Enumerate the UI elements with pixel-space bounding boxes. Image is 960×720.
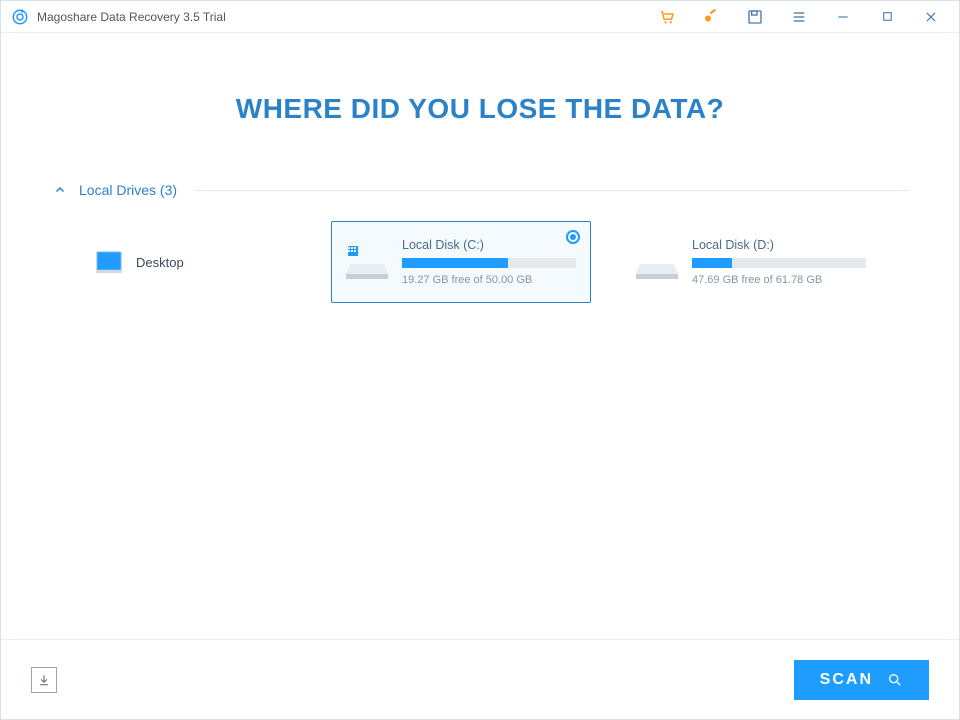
minimize-icon bbox=[836, 10, 850, 24]
import-button[interactable] bbox=[31, 667, 57, 693]
footer: SCAN bbox=[1, 639, 959, 719]
drive-local-d[interactable]: Local Disk (D:) 47.69 GB free of 61.78 G… bbox=[621, 221, 881, 303]
maximize-button[interactable] bbox=[865, 1, 909, 33]
app-logo-icon bbox=[11, 8, 29, 26]
desktop-icon bbox=[96, 251, 122, 273]
drive-free-text: 19.27 GB free of 50.00 GB bbox=[402, 274, 576, 286]
collapse-toggle[interactable] bbox=[51, 181, 69, 199]
activate-button[interactable] bbox=[689, 1, 733, 33]
usage-fill bbox=[692, 258, 732, 268]
divider bbox=[195, 190, 909, 191]
drive-label: Desktop bbox=[136, 255, 286, 270]
drive-label: Local Disk (C:) bbox=[402, 238, 576, 252]
section-title: Local Drives (3) bbox=[79, 182, 177, 198]
hamburger-icon bbox=[791, 9, 807, 25]
selection-radio bbox=[566, 230, 580, 244]
titlebar: Magoshare Data Recovery 3.5 Trial bbox=[1, 1, 959, 33]
key-icon bbox=[702, 8, 720, 26]
disk-tools-button[interactable] bbox=[733, 1, 777, 33]
usage-fill bbox=[402, 258, 508, 268]
local-drives-section-header: Local Drives (3) bbox=[51, 181, 909, 199]
download-icon bbox=[37, 673, 51, 687]
close-button[interactable] bbox=[909, 1, 953, 33]
chevron-up-icon bbox=[54, 184, 66, 196]
drive-local-c[interactable]: Local Disk (C:) 19.27 GB free of 50.00 G… bbox=[331, 221, 591, 303]
maximize-icon bbox=[881, 10, 894, 23]
page-headline: WHERE DID YOU LOSE THE DATA? bbox=[51, 93, 909, 125]
search-icon bbox=[887, 672, 903, 688]
usage-bar bbox=[692, 258, 866, 268]
system-drive-icon bbox=[346, 244, 388, 280]
app-window: Magoshare Data Recovery 3.5 Trial bbox=[0, 0, 960, 720]
cart-icon bbox=[658, 8, 676, 26]
usage-bar bbox=[402, 258, 576, 268]
close-icon bbox=[924, 10, 938, 24]
drive-label: Local Disk (D:) bbox=[692, 238, 866, 252]
drives-list: Desktop Local Disk (C:) bbox=[51, 221, 909, 303]
save-icon bbox=[747, 9, 763, 25]
drive-icon bbox=[636, 244, 678, 280]
scan-button[interactable]: SCAN bbox=[794, 660, 929, 700]
app-title: Magoshare Data Recovery 3.5 Trial bbox=[37, 10, 226, 24]
minimize-button[interactable] bbox=[821, 1, 865, 33]
drive-desktop[interactable]: Desktop bbox=[81, 221, 301, 303]
store-button[interactable] bbox=[645, 1, 689, 33]
scan-label: SCAN bbox=[820, 671, 873, 689]
menu-button[interactable] bbox=[777, 1, 821, 33]
drive-free-text: 47.69 GB free of 61.78 GB bbox=[692, 274, 866, 286]
main-content: WHERE DID YOU LOSE THE DATA? Local Drive… bbox=[1, 33, 959, 639]
